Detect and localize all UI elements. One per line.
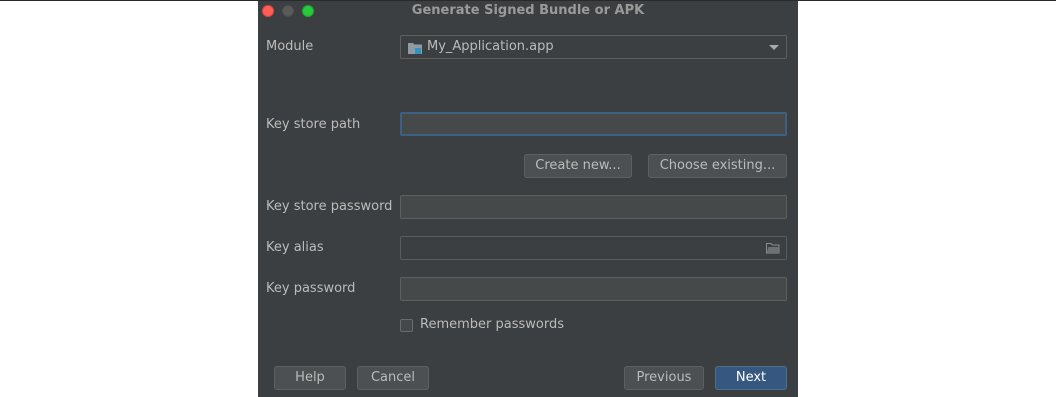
- module-dropdown[interactable]: My_Application.app: [400, 35, 787, 59]
- create-new-button[interactable]: Create new...: [524, 154, 632, 178]
- chevron-down-icon[interactable]: [769, 45, 779, 50]
- cancel-button[interactable]: Cancel: [357, 366, 429, 390]
- help-button[interactable]: Help: [274, 366, 346, 390]
- module-label: Module: [266, 39, 314, 54]
- desktop-background: Generate Signed Bundle or APK Module My_…: [0, 0, 1056, 397]
- next-button[interactable]: Next: [715, 366, 787, 390]
- module-folder-icon: [408, 43, 422, 54]
- generate-signed-bundle-dialog: Generate Signed Bundle or APK Module My_…: [258, 1, 798, 397]
- remember-passwords-label[interactable]: Remember passwords: [420, 317, 564, 332]
- key-store-password-field[interactable]: [400, 195, 787, 219]
- key-store-path-label: Key store path: [266, 117, 361, 132]
- dialog-title: Generate Signed Bundle or APK: [411, 3, 645, 18]
- key-password-field[interactable]: [400, 277, 787, 301]
- folder-icon[interactable]: [766, 242, 780, 254]
- key-store-password-label: Key store password: [266, 199, 393, 214]
- key-password-label: Key password: [266, 281, 356, 296]
- key-alias-field[interactable]: [400, 236, 787, 260]
- module-dropdown-value: My_Application.app: [427, 39, 554, 54]
- remember-passwords-checkbox[interactable]: [400, 319, 413, 332]
- title-bar: Generate Signed Bundle or APK: [258, 1, 798, 23]
- choose-existing-button[interactable]: Choose existing...: [648, 154, 787, 178]
- key-store-path-field[interactable]: [400, 112, 787, 136]
- previous-button[interactable]: Previous: [624, 366, 704, 390]
- key-alias-label: Key alias: [266, 240, 324, 255]
